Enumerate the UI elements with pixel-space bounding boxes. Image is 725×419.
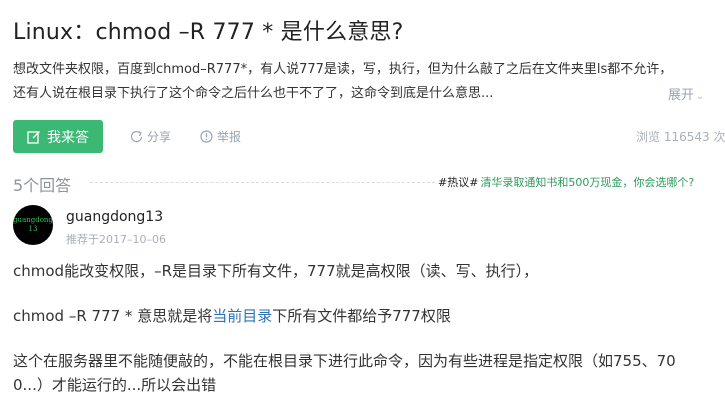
answer-paragraph: 这个在服务器里不能随便敲的，不能在根目录下进行此命令，因为有些进程是指定权限（如… [13, 349, 718, 397]
report-icon [200, 130, 213, 143]
paragraph-line: 0...）才能运行的...所以会出错 [13, 376, 217, 394]
report-button[interactable]: 举报 [200, 128, 241, 145]
paragraph-line: 这个在服务器里不能随便敲的，不能在根目录下进行此命令，因为有些进程是指定权限（如… [13, 352, 676, 370]
recommend-date: 推荐于2017–10–06 [66, 233, 166, 246]
paragraph-text: chmod –R 777 * 意思就是将 [13, 307, 213, 325]
chevron-down-icon: ⌄ [696, 91, 705, 102]
edit-icon [27, 130, 41, 144]
share-icon [130, 130, 143, 143]
hot-topic-link[interactable]: 清华录取通知书和500万现金，你会选哪个? [480, 176, 694, 189]
avatar-text: 13 [28, 225, 38, 233]
view-count: 浏览 116543 次 [636, 130, 725, 144]
answer-paragraph: chmod能改变权限，–R是目录下所有文件，777就是高权限（读、写、执行）， [13, 262, 539, 280]
question-description: 想改文件夹权限，百度到chmod–R777*，有人说777是读，写，执行，但为什… [13, 58, 713, 106]
expand-link[interactable]: 展开 ⌄ [668, 84, 704, 103]
paragraph-text: 下所有文件都给予777权限 [272, 307, 451, 325]
answer-button[interactable]: 我来答 [13, 120, 103, 153]
username[interactable]: guangdong13 [66, 209, 163, 225]
avatar[interactable]: guangdong 13 [13, 205, 53, 245]
section-divider [90, 182, 435, 183]
hot-topic[interactable]: #热议# 清华录取通知书和500万现金，你会选哪个? [438, 174, 694, 190]
answers-count: 5个回答 [13, 176, 72, 195]
description-line: 还有人说在根目录下执行了这个命令之后什么也干不了了，这命令到底是什么意思... [13, 86, 494, 101]
expand-label: 展开 [668, 88, 695, 103]
question-title: Linux：chmod –R 777 * 是什么意思? [13, 20, 404, 45]
answer-paragraph: chmod –R 777 * 意思就是将当前目录下所有文件都给予777权限 [13, 304, 718, 328]
answer-button-label: 我来答 [47, 129, 89, 146]
share-label: 分享 [147, 130, 172, 144]
avatar-text: guangdong [13, 216, 53, 224]
hot-topic-tag: #热议# [438, 176, 479, 189]
share-button[interactable]: 分享 [130, 128, 171, 145]
current-directory-link[interactable]: 当前目录 [212, 307, 272, 325]
description-line: 想改文件夹权限，百度到chmod–R777*，有人说777是读，写，执行，但为什… [13, 62, 673, 77]
report-label: 举报 [217, 130, 242, 144]
